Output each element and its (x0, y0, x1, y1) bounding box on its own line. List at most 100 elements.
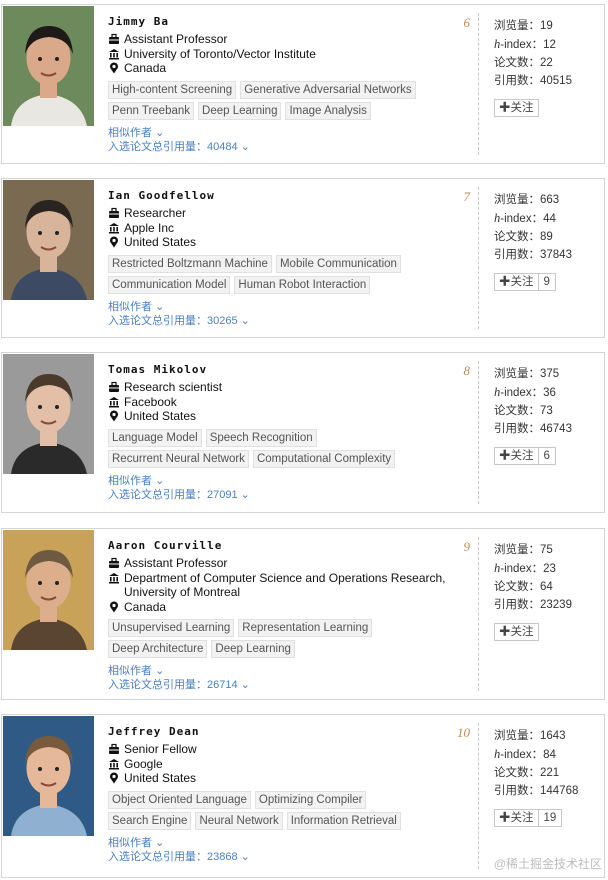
chevron-down-icon: ⌄ (240, 314, 250, 327)
follow-button[interactable]: ✚关注 6 (494, 447, 556, 465)
research-tags: Language Model Speech Recognition Recurren… (108, 428, 438, 468)
research-tag[interactable]: Deep Learning (211, 640, 295, 658)
divider (478, 361, 479, 504)
plus-icon: ✚ (499, 812, 511, 824)
research-tag[interactable]: Object Oriented Language (108, 790, 251, 809)
avatar[interactable] (3, 180, 94, 300)
avatar[interactable] (3, 354, 94, 474)
chevron-down-icon: ⌄ (240, 488, 250, 501)
similar-authors-link[interactable]: 相似作者 ⌄ (108, 664, 464, 678)
research-tag[interactable]: Information Retrieval (286, 811, 401, 830)
hindex-stat: h-index：44 (494, 211, 556, 225)
hindex-stat: h-index：36 (494, 385, 556, 399)
follow-count: 19 (537, 810, 562, 826)
papers-stat: 论文数：221 (494, 767, 560, 779)
research-tags: High-content Screening Generative Adversa… (108, 80, 438, 120)
selected-citations-link[interactable]: 入选论文总引用量：27091 ⌄ (108, 488, 464, 502)
position-icon (108, 742, 121, 755)
selected-citations-value: 23868 (207, 850, 238, 863)
chevron-down-icon: ⌄ (240, 140, 250, 153)
institution-icon (108, 47, 121, 60)
rank-number: 8 (463, 363, 471, 378)
follow-button[interactable]: ✚关注 9 (494, 273, 556, 291)
selected-citations-link[interactable]: 入选论文总引用量：23868 ⌄ (108, 850, 464, 864)
research-tag[interactable]: Recurrent Neural Network (108, 449, 249, 468)
research-tag[interactable]: Generative Adversarial Networks (240, 80, 416, 99)
scholar-name[interactable]: Jimmy Ba (108, 15, 464, 28)
divider (478, 13, 479, 155)
research-tag[interactable]: Computational Complexity (252, 449, 396, 468)
follow-count: 9 (537, 274, 555, 290)
location-icon (108, 409, 121, 422)
position-title: Researcher (124, 206, 187, 220)
papers-stat: 论文数：89 (494, 231, 553, 243)
research-tag[interactable]: High-content Screening (108, 80, 237, 99)
stats-panel: 浏览量：1643 h-index：84 论文数：221 引用数：144768 ✚… (494, 727, 604, 827)
research-tag[interactable]: Deep Learning (198, 101, 282, 120)
similar-authors-link[interactable]: 相似作者 ⌄ (108, 126, 464, 140)
follow-button[interactable]: ✚关注 19 (494, 809, 563, 827)
research-tag[interactable]: Deep Architecture (108, 640, 208, 658)
avatar[interactable] (3, 530, 94, 650)
institution-icon (108, 757, 121, 770)
plus-icon: ✚ (499, 626, 511, 638)
rank-number: 10 (457, 725, 470, 740)
views-stat: 浏览量：663 (494, 194, 560, 206)
rank-number: 9 (463, 539, 471, 554)
research-tag[interactable]: Neural Network (195, 811, 283, 830)
avatar[interactable] (3, 6, 94, 126)
views-stat: 浏览量：1643 (494, 730, 566, 742)
scholar-card: Jeffrey Dean Senior Fellow Google United… (1, 714, 605, 878)
institution-icon (108, 395, 121, 408)
research-tag[interactable]: Penn Treebank (108, 101, 195, 120)
watermark: @稀土掘金技术社区 (493, 857, 602, 871)
institution-icon (108, 571, 121, 584)
research-tag[interactable]: Representation Learning (238, 619, 373, 637)
research-tag[interactable]: Unsupervised Learning (108, 619, 235, 637)
hindex-stat: h-index：12 (494, 37, 556, 51)
position-icon (108, 380, 121, 393)
research-tag[interactable]: Restricted Boltzmann Machine (108, 254, 272, 273)
scholar-card: Ian Goodfellow Researcher Apple Inc Unit… (1, 178, 605, 338)
avatar[interactable] (3, 716, 94, 836)
research-tag[interactable]: Image Analysis (285, 101, 371, 120)
similar-authors-link[interactable]: 相似作者 ⌄ (108, 836, 464, 850)
selected-citations-link[interactable]: 入选论文总引用量：40484 ⌄ (108, 140, 464, 154)
selected-citations-value: 26714 (207, 679, 238, 691)
hindex-stat: h-index：23 (494, 561, 556, 575)
stats-panel: 浏览量：19 h-index：12 论文数：22 引用数：40515 ✚关注 (494, 17, 604, 117)
institution-icon (108, 221, 121, 234)
research-tags: Object Oriented Language Optimizing Compi… (108, 790, 438, 830)
position-title: Senior Fellow (124, 742, 197, 756)
divider (478, 723, 479, 869)
stats-panel: 浏览量：375 h-index：36 论文数：73 引用数：46743 ✚关注 … (494, 365, 604, 465)
location-icon (108, 600, 121, 613)
scholar-name[interactable]: Jeffrey Dean (108, 725, 464, 738)
chevron-down-icon: ⌄ (155, 126, 165, 139)
research-tag[interactable]: Search Engine (108, 811, 192, 830)
research-tag[interactable]: Language Model (108, 428, 202, 447)
research-tag[interactable]: Speech Recognition (205, 428, 317, 447)
position-title: Research scientist (124, 380, 223, 394)
research-tag[interactable]: Communication Model (108, 275, 231, 294)
follow-button[interactable]: ✚关注 (494, 99, 539, 117)
selected-citations-value: 27091 (207, 488, 238, 501)
location-icon (108, 61, 121, 74)
follow-button[interactable]: ✚关注 (494, 623, 539, 641)
chevron-down-icon: ⌄ (155, 300, 165, 313)
scholar-name[interactable]: Tomas Mikolov (108, 363, 464, 376)
institution: University of Toronto/Vector Institute (124, 46, 316, 61)
research-tag[interactable]: Mobile Communication (275, 254, 401, 273)
selected-citations-link[interactable]: 入选论文总引用量：26714 ⌄ (108, 678, 464, 692)
research-tag[interactable]: Optimizing Compiler (254, 790, 367, 809)
similar-authors-link[interactable]: 相似作者 ⌄ (108, 300, 464, 314)
divider (478, 537, 479, 691)
location-icon (108, 235, 121, 248)
similar-authors-link[interactable]: 相似作者 ⌄ (108, 474, 464, 488)
scholar-name[interactable]: Aaron Courville (108, 539, 464, 552)
research-tag[interactable]: Human Robot Interaction (234, 275, 371, 294)
selected-citations-link[interactable]: 入选论文总引用量：30265 ⌄ (108, 314, 464, 328)
scholar-name[interactable]: Ian Goodfellow (108, 189, 464, 202)
scholar-card: Jimmy Ba Assistant Professor University … (1, 4, 605, 164)
views-stat: 浏览量：375 (494, 368, 560, 380)
